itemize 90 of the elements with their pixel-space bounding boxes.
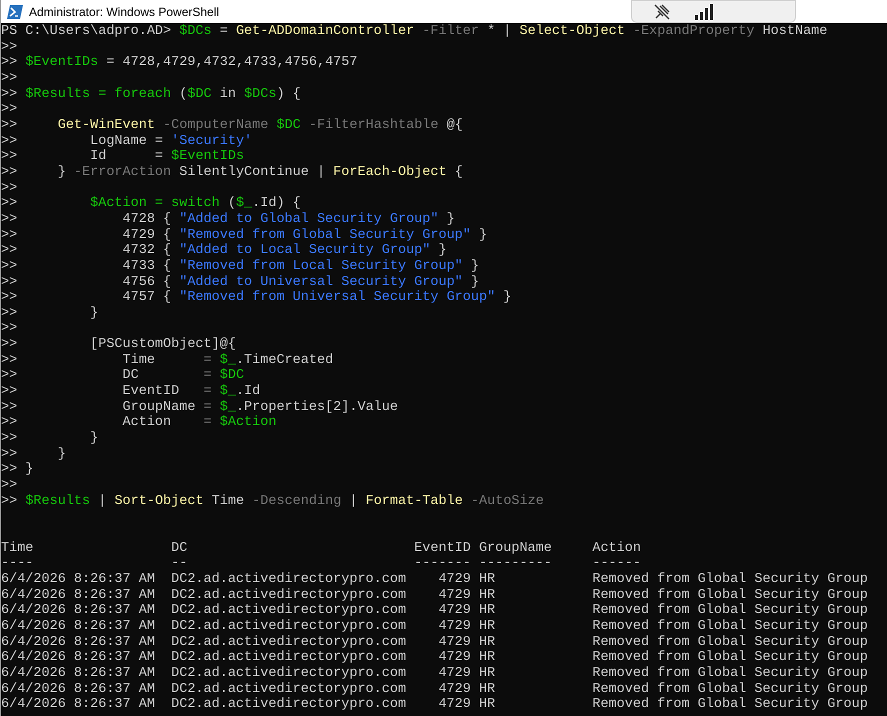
table-cell: HR (478, 618, 496, 635)
console-line: >> (1, 40, 18, 56)
console-line: PS C:\Users\adpro.AD> $DCs = Get-ADDomainController -Filter * | Select-Object -ExpandProperty HostName (1, 24, 828, 40)
table-cell: DC2.ad.activedirectorypro.com (171, 618, 406, 635)
table-cell: 4729 (438, 697, 471, 713)
table-cell-text: 6/4/2026 8:26:37 AM (1, 634, 155, 650)
table-cell: DC2.ad.activedirectorypro.com (171, 572, 406, 588)
table-cell: DC2.ad.activedirectorypro.com (171, 650, 406, 666)
table-cell: HR (478, 682, 496, 698)
table-cell-text: DC2.ad.activedirectorypro.com (171, 588, 406, 603)
header-rule: --------- (478, 556, 552, 572)
console-line: >> Action = $Action (1, 415, 276, 431)
table-cell-text: DC2.ad.activedirectorypro.com (171, 682, 406, 697)
table-cell: Removed from Global Security Group (592, 572, 868, 588)
table-cell-text: DC2.ad.activedirectorypro.com (171, 634, 406, 650)
table-cell: Removed from Global Security Group (592, 603, 868, 619)
table-cell: 6/4/2026 8:26:37 AM (1, 697, 155, 713)
table-cell: Removed from Global Security Group (592, 650, 868, 666)
console-line: >> Get-WinEvent -ComputerName $DC -FilterHashtable @{ (1, 118, 463, 134)
console-line: >> 4756 { "Added to Universal Security Group" } (1, 274, 479, 290)
signal-bars-icon[interactable] (695, 4, 715, 20)
table-cell: 4729 (438, 603, 471, 619)
unpin-icon[interactable] (653, 2, 671, 20)
console-line: >> DC = $DC (1, 368, 244, 384)
table-cell: DC2.ad.activedirectorypro.com (171, 603, 406, 619)
console-line: >> GroupName = $_.Properties[2].Value (1, 400, 398, 415)
header-rule: -- (171, 556, 188, 572)
console-line: >> EventID = $_.Id (1, 384, 260, 400)
console-line: >> Time = $_.TimeCreated (1, 352, 334, 368)
table-cell: HR (478, 697, 496, 713)
table-cell: HR (478, 588, 496, 604)
window-title: Administrator: Windows PowerShell (29, 4, 220, 20)
table-cell: 6/4/2026 8:26:37 AM (1, 603, 155, 619)
header-rule: ------ (592, 556, 641, 572)
console-line: >> LogName = 'Security' (1, 134, 252, 149)
console-line: >> } (1, 306, 98, 322)
table-cell: DC2.ad.activedirectorypro.com (171, 697, 406, 713)
console-line: >> 4733 { "Removed from Local Security Group" } (1, 258, 479, 274)
column-header: DC (171, 540, 188, 556)
table-cell: HR (478, 666, 496, 682)
console-line: >> 4757 { "Removed from Universal Security Group" } (1, 290, 512, 306)
table-cell: Removed from Global Security Group (592, 666, 868, 682)
column-header: EventID (414, 540, 471, 556)
console-line: >> (1, 321, 18, 338)
console-line: >> [PSCustomObject]@{ (1, 337, 236, 353)
console-line: >> $Action = switch ($_.Id) { (1, 196, 301, 212)
table-cell-text: 6/4/2026 8:26:37 AM (1, 588, 155, 603)
table-cell: 4729 (438, 666, 471, 682)
column-header: Action (592, 540, 641, 556)
table-cell-text: 6/4/2026 8:26:37 AM (1, 682, 155, 697)
column-header: GroupName (478, 540, 552, 556)
console-line: >> } (1, 446, 66, 462)
console-line: >> $Results = foreach ($DC in $DCs) { (1, 86, 301, 102)
console-line: >> (1, 478, 18, 494)
console-line: >> $Results | Sort-Object Time -Descending | Format-Table -AutoSize (1, 494, 544, 510)
table-cell: 4729 (438, 634, 471, 650)
table-cell: HR (478, 634, 496, 650)
table-cell: 4729 (438, 682, 471, 698)
console-line: >> (1, 180, 18, 196)
console-line: >> } (1, 462, 34, 478)
table-cell: 6/4/2026 8:26:37 AM (1, 618, 155, 635)
console-line: >> } -ErrorAction SilentlyContinue | ForEach-Object { (1, 164, 463, 181)
console-line: >> 4728 { "Added to Global Security Group" } (1, 212, 455, 228)
table-cell: HR (478, 603, 496, 619)
table-cell: 4729 (438, 618, 471, 635)
console-line: >> 4729 { "Removed from Global Security Group" } (1, 228, 488, 243)
powershell-icon (7, 4, 23, 18)
table-cell: 4729 (438, 588, 471, 604)
table-cell: HR (478, 572, 496, 588)
table-cell: Removed from Global Security Group (592, 697, 868, 713)
table-cell: DC2.ad.activedirectorypro.com (171, 666, 406, 682)
table-cell-text: Removed from Global Security Group (592, 682, 868, 697)
table-cell: 6/4/2026 8:26:37 AM (1, 572, 155, 588)
table-cell: Removed from Global Security Group (592, 618, 868, 635)
table-cell-text: Removed from Global Security Group (592, 588, 868, 603)
console-line: >> (1, 70, 18, 87)
console-line: >> (1, 102, 18, 118)
table-cell: HR (478, 650, 496, 666)
header-rule: ------- (414, 556, 471, 572)
table-cell: 6/4/2026 8:26:37 AM (1, 666, 155, 682)
table-cell-text: Removed from Global Security Group (592, 634, 868, 650)
console-line: >> Id = $EventIDs (1, 149, 244, 165)
console-line: >> $EventIDs = 4728,4729,4732,4733,4756,4757 (1, 55, 358, 71)
header-rule: ---- (1, 556, 34, 572)
console-line: >> } (1, 431, 98, 447)
console-line: >> 4732 { "Added to Local Security Group" } (1, 243, 447, 259)
column-header: Time (1, 540, 34, 556)
table-cell: 6/4/2026 8:26:37 AM (1, 650, 155, 666)
table-cell: 4729 (438, 572, 471, 588)
table-cell: 4729 (438, 650, 471, 666)
